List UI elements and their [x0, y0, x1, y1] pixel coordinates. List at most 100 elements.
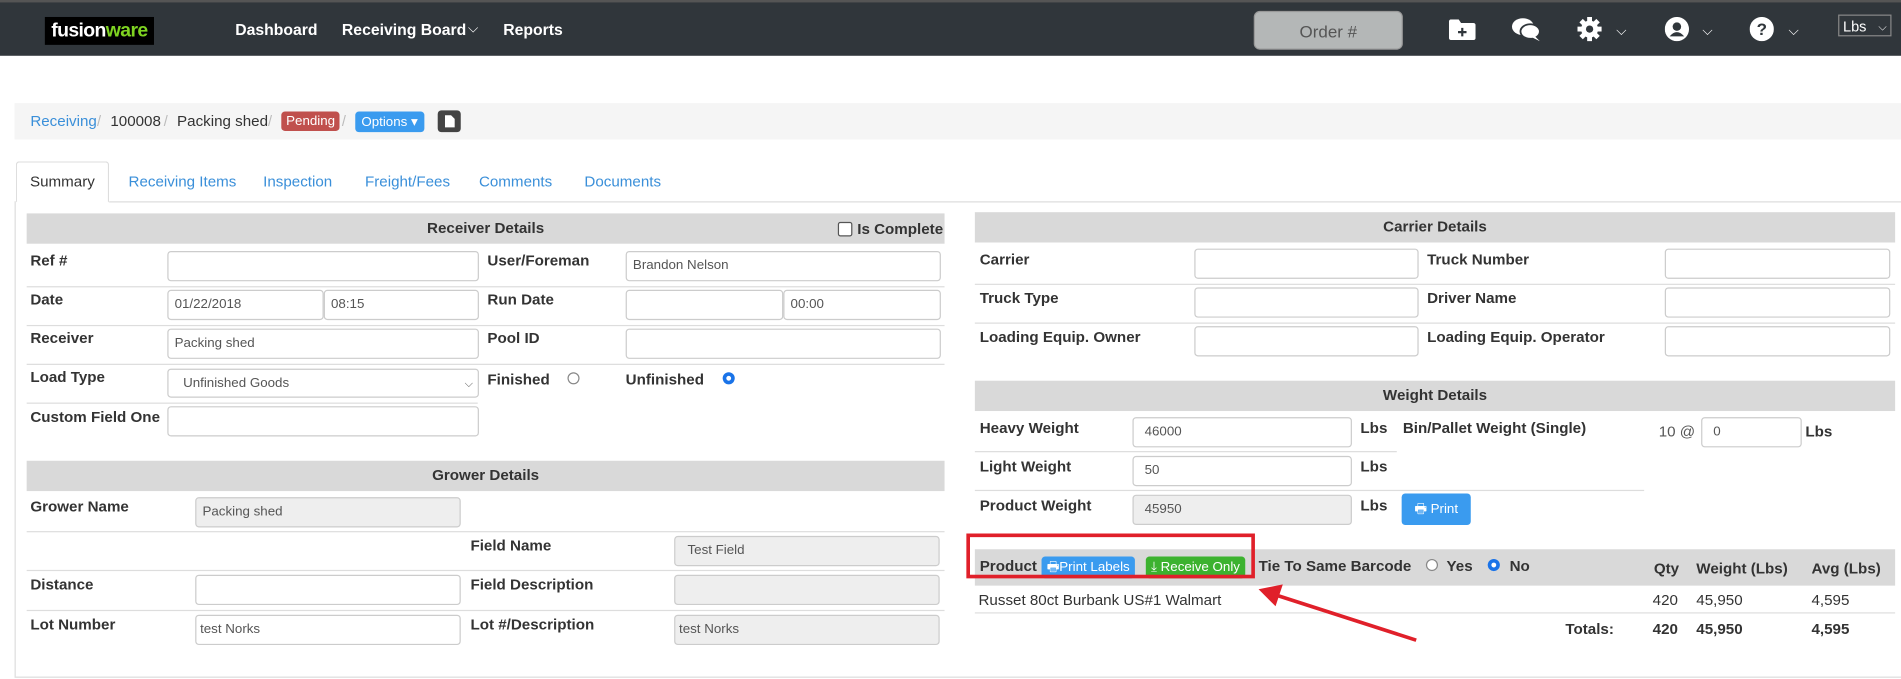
panel-border: [14, 676, 1901, 678]
is-complete-checkbox[interactable]: [837, 221, 853, 237]
run-time-input[interactable]: 00:00: [783, 289, 941, 321]
date-label: Date: [30, 291, 64, 308]
breadcrumb-name: Packing shed: [177, 112, 269, 130]
chevron-down-icon[interactable]: ⌵: [468, 22, 478, 38]
nav-dashboard[interactable]: Dashboard: [235, 21, 317, 39]
column-header-weight: Weight (Lbs): [1696, 560, 1788, 578]
run-date-input[interactable]: [625, 289, 784, 321]
fusionware-logo[interactable]: fusionware: [44, 16, 154, 45]
load-type-select[interactable]: Unfinished Goods ⌵: [167, 368, 479, 398]
grower-name-input[interactable]: Packing shed: [195, 497, 461, 528]
section-title: Grower Details: [432, 466, 540, 484]
row-divider: [26, 363, 945, 365]
driver-name-input[interactable]: [1664, 287, 1891, 318]
print-label: Print: [1430, 501, 1459, 517]
light-weight-input[interactable]: 50: [1132, 455, 1352, 487]
loading-equip-owner-input[interactable]: [1194, 326, 1419, 357]
is-complete-label: Is Complete: [857, 220, 944, 238]
driver-name-label: Driver Name: [1427, 289, 1517, 307]
loading-equip-operator-input[interactable]: [1664, 326, 1891, 357]
lot-description-input[interactable]: test Norks: [674, 614, 940, 646]
tab-summary[interactable]: Summary: [15, 161, 110, 203]
tab-inspection[interactable]: Inspection: [263, 173, 332, 190]
custom-field-one-input[interactable]: [167, 406, 479, 437]
tab-freight-fees[interactable]: Freight/Fees: [365, 173, 450, 190]
svg-text:?: ?: [1757, 20, 1767, 39]
tie-no-label: No: [1509, 557, 1530, 575]
finished-radio[interactable]: [567, 372, 580, 385]
chevron-down-icon[interactable]: ⌵: [1702, 24, 1712, 40]
help-icon[interactable]: ?: [1749, 16, 1774, 42]
totals-qty: 420: [1652, 620, 1678, 638]
carrier-input[interactable]: [1194, 248, 1419, 279]
heavy-weight-input[interactable]: 46000: [1132, 417, 1352, 448]
user-icon[interactable]: [1664, 16, 1690, 42]
row-divider: [974, 451, 1397, 453]
column-header-qty: Qty: [1653, 560, 1680, 578]
tie-yes-radio[interactable]: [1425, 558, 1439, 572]
column-header-avg: Avg (Lbs): [1811, 560, 1881, 578]
caret-down-icon: ▾: [411, 115, 418, 130]
truck-number-input[interactable]: [1664, 248, 1891, 279]
distance-input[interactable]: [195, 574, 461, 606]
chevron-down-icon[interactable]: ⌵: [1788, 24, 1798, 40]
nav-receiving-board[interactable]: Receiving Board: [342, 21, 466, 39]
annotation-arrow-icon: [1258, 584, 1417, 642]
options-button[interactable]: Options ▾: [355, 111, 424, 133]
options-label: Options: [361, 115, 408, 130]
product-qty: 420: [1652, 591, 1678, 609]
receiver-input[interactable]: Packing shed: [167, 328, 479, 359]
load-type-label: Load Type: [30, 368, 105, 386]
gear-icon[interactable]: [1577, 16, 1602, 42]
tab-receiving-items[interactable]: Receiving Items: [129, 173, 237, 190]
unit-label: Lbs: [1805, 423, 1833, 441]
tabs-divider: [109, 201, 1901, 203]
chat-icon[interactable]: [1511, 17, 1543, 42]
date-input[interactable]: 01/22/2018: [167, 289, 324, 321]
order-search-input[interactable]: Order #: [1253, 10, 1403, 50]
tab-comments[interactable]: Comments: [479, 173, 552, 190]
section-title: Carrier Details: [1383, 218, 1487, 236]
row-divider: [974, 612, 1896, 614]
document-button[interactable]: [437, 110, 461, 133]
time-input[interactable]: 08:15: [323, 289, 479, 321]
distance-label: Distance: [30, 575, 94, 593]
nav-reports[interactable]: Reports: [503, 21, 563, 39]
truck-number-label: Truck Number: [1427, 250, 1530, 268]
finished-label: Finished: [487, 371, 550, 388]
folder-plus-icon[interactable]: [1448, 19, 1476, 41]
carrier-details-header: Carrier Details: [974, 212, 1896, 243]
document-icon: [444, 115, 455, 128]
print-button[interactable]: 🖶 Print: [1401, 493, 1471, 526]
tab-documents[interactable]: Documents: [584, 173, 661, 190]
pool-id-input[interactable]: [625, 328, 941, 359]
ref-input[interactable]: [167, 250, 479, 282]
field-name-input[interactable]: Test Field: [674, 535, 940, 567]
row-divider: [26, 569, 945, 572]
breadcrumb-separator: /: [163, 112, 168, 130]
bin-weight-input[interactable]: 0: [1701, 417, 1802, 448]
row-divider: [26, 609, 945, 612]
custom-field-one-label: Custom Field One: [30, 408, 160, 426]
panel-border: [14, 201, 16, 677]
status-badge: Pending: [281, 111, 340, 131]
tie-no-radio[interactable]: [1487, 558, 1500, 572]
breadcrumb-receiving[interactable]: Receiving: [30, 113, 97, 130]
chevron-down-icon: ⌵: [1878, 20, 1887, 33]
product-weight-input[interactable]: 45950: [1132, 494, 1352, 526]
user-foreman-input[interactable]: Brandon Nelson: [625, 250, 941, 282]
breadcrumb-id: 100008: [110, 112, 161, 130]
field-description-input[interactable]: [674, 574, 940, 606]
chevron-down-icon: ⌵: [464, 377, 473, 390]
printer-icon: 🖶: [1414, 501, 1427, 517]
section-title: Weight Details: [1382, 386, 1488, 404]
receiver-label: Receiver: [30, 329, 94, 347]
unfinished-radio[interactable]: [722, 372, 735, 385]
chevron-down-icon[interactable]: ⌵: [1616, 24, 1626, 40]
lot-number-input[interactable]: test Norks: [195, 614, 461, 646]
unit-select[interactable]: Lbs ⌵: [1838, 14, 1892, 37]
truck-type-input[interactable]: [1194, 287, 1419, 318]
row-divider: [974, 489, 1645, 492]
bin-pallet-weight-label: Bin/Pallet Weight (Single): [1402, 419, 1587, 437]
load-type-value: Unfinished Goods: [183, 375, 290, 391]
